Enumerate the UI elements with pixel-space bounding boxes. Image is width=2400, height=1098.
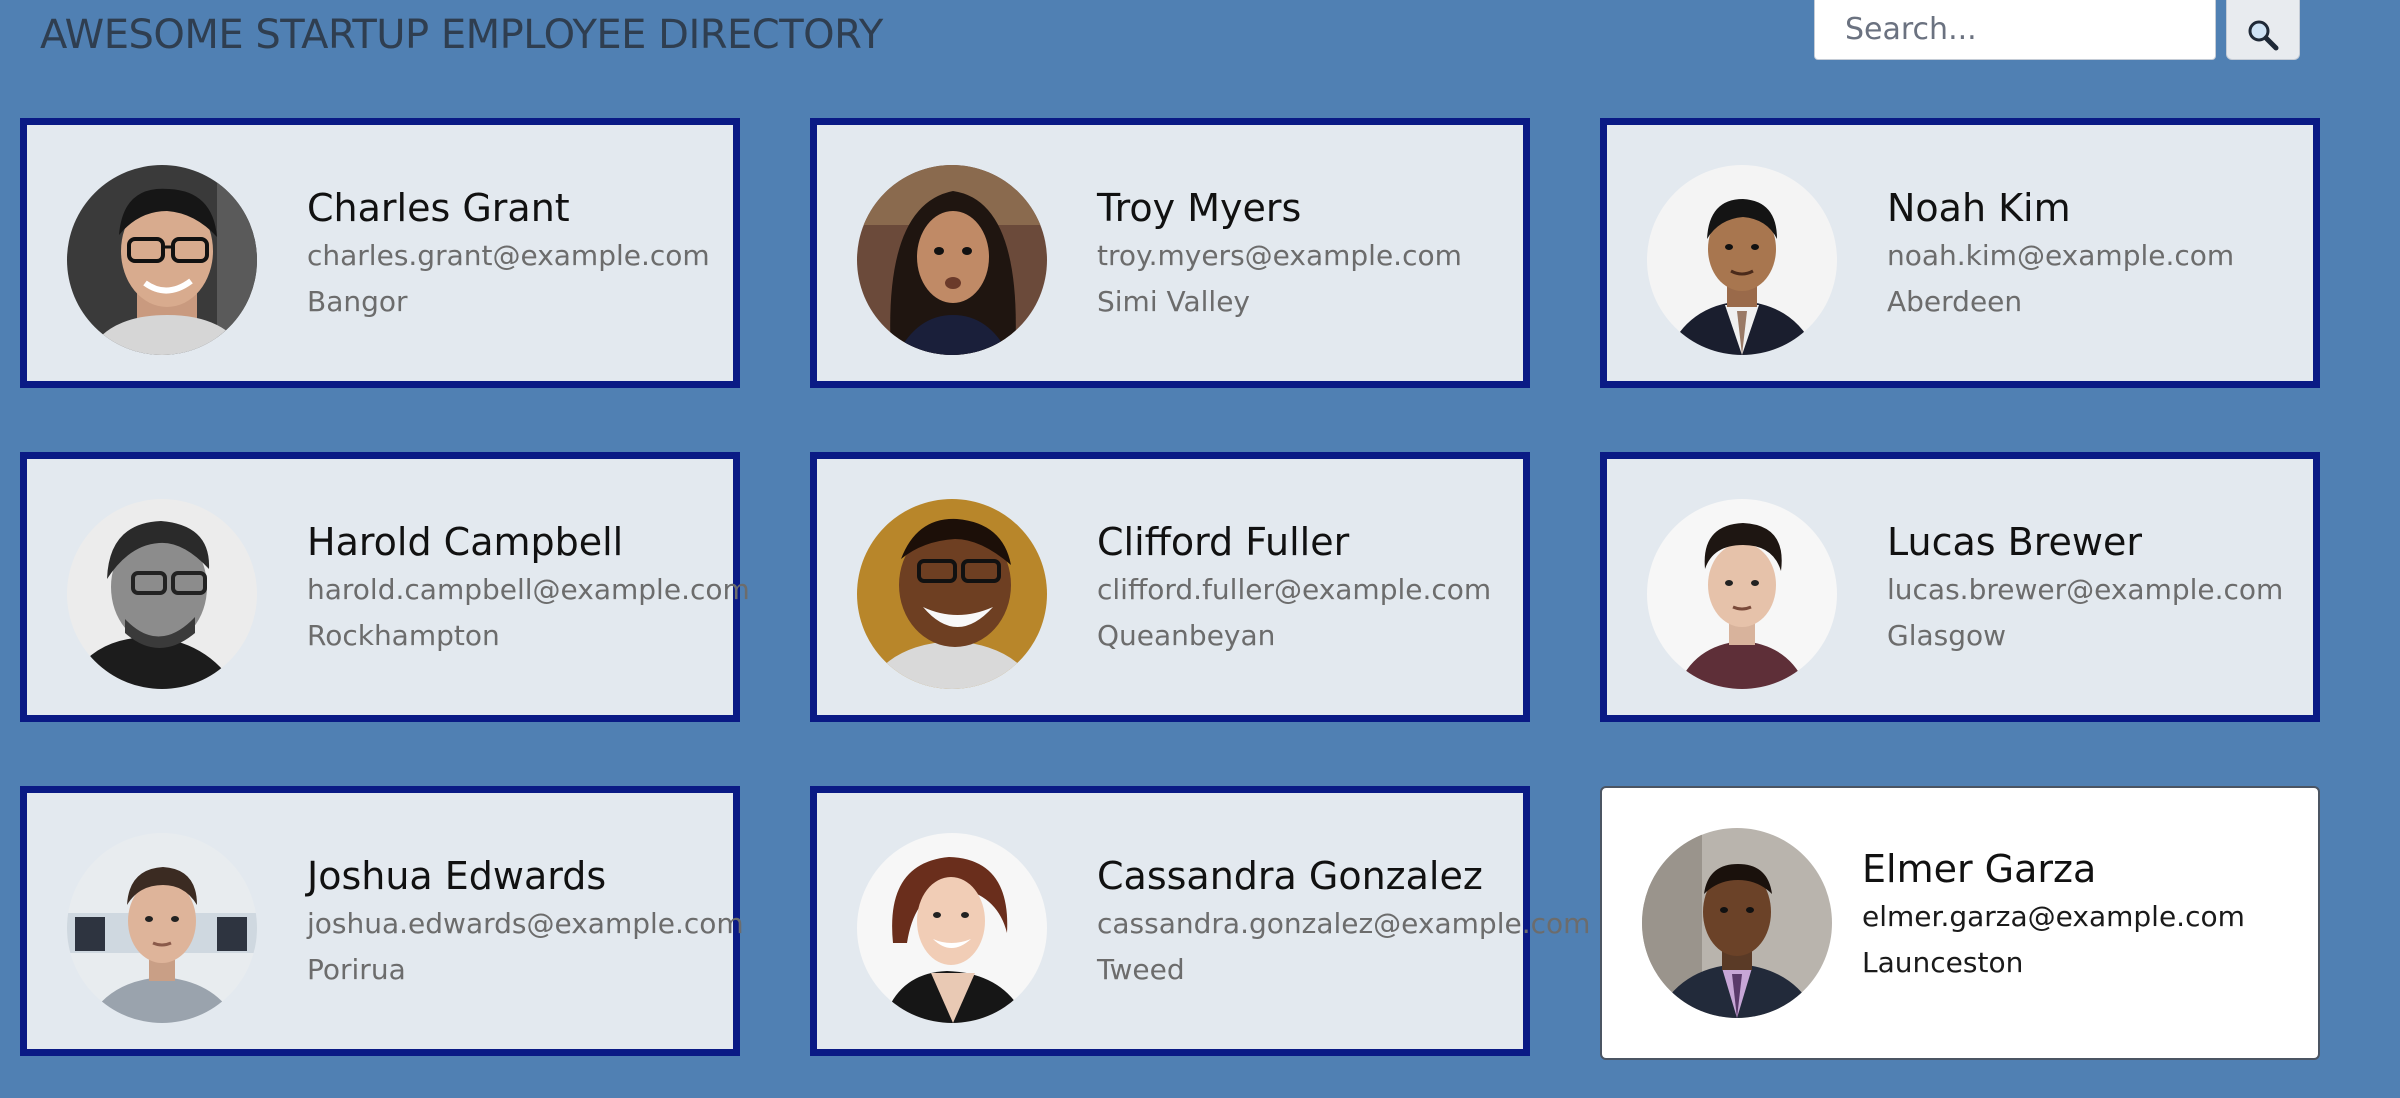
avatar [857,165,1047,355]
employee-name: Clifford Fuller [1097,520,1350,564]
avatar [67,499,257,689]
employee-city: Tweed [1097,953,1185,986]
employee-card[interactable]: Clifford Fuller clifford.fuller@example.… [810,452,1530,722]
search-icon [2227,18,2299,52]
avatar [1647,165,1837,355]
employee-card[interactable]: Troy Myers troy.myers@example.com Simi V… [810,118,1530,388]
employee-city: Launceston [1862,946,2024,979]
employee-card[interactable]: Joshua Edwards joshua.edwards@example.co… [20,786,744,1056]
employee-city: Simi Valley [1097,285,1251,318]
avatar [1642,828,1832,1018]
employee-email: troy.myers@example.com [1097,239,1462,272]
employee-email: clifford.fuller@example.com [1097,573,1492,606]
employee-name: Cassandra Gonzalez [1097,854,1483,898]
employee-card[interactable]: Charles Grant charles.grant@example.com … [20,118,740,388]
employee-email: cassandra.gonzalez@example.com [1097,907,1591,940]
employee-name: Noah Kim [1887,186,2071,230]
employee-city: Porirua [307,953,406,986]
avatar [67,833,257,1023]
employee-email: lucas.brewer@example.com [1887,573,2284,606]
employee-name: Troy Myers [1097,186,1302,230]
page-title: AWESOME STARTUP EMPLOYEE DIRECTORY [40,12,883,58]
avatar [1647,499,1837,689]
avatar [857,499,1047,689]
avatar [857,833,1047,1023]
employee-email: joshua.edwards@example.com [307,907,744,940]
employee-name: Joshua Edwards [307,854,607,898]
employee-name: Elmer Garza [1862,847,2097,891]
search-button[interactable] [2226,0,2300,60]
employee-city: Glasgow [1887,619,2007,652]
avatar [67,165,257,355]
employee-email: charles.grant@example.com [307,239,710,272]
employee-email: noah.kim@example.com [1887,239,2235,272]
employee-name: Charles Grant [307,186,570,230]
employee-city: Queanbeyan [1097,619,1276,652]
employee-city: Aberdeen [1887,285,2023,318]
employee-card[interactable]: Cassandra Gonzalez cassandra.gonzalez@ex… [810,786,1591,1056]
employee-card[interactable]: Lucas Brewer lucas.brewer@example.com Gl… [1600,452,2320,722]
employee-card[interactable]: Noah Kim noah.kim@example.com Aberdeen [1600,118,2320,388]
employee-card-selected[interactable]: Elmer Garza elmer.garza@example.com Laun… [1600,786,2320,1060]
search-input[interactable] [1814,0,2216,60]
employee-name: Harold Campbell [307,520,624,564]
employee-city: Bangor [307,285,408,318]
employee-card[interactable]: Harold Campbell harold.campbell@example.… [20,452,750,722]
employee-email: harold.campbell@example.com [307,573,750,606]
employee-city: Rockhampton [307,619,500,652]
employee-email: elmer.garza@example.com [1862,900,2245,933]
employee-name: Lucas Brewer [1887,520,2142,564]
